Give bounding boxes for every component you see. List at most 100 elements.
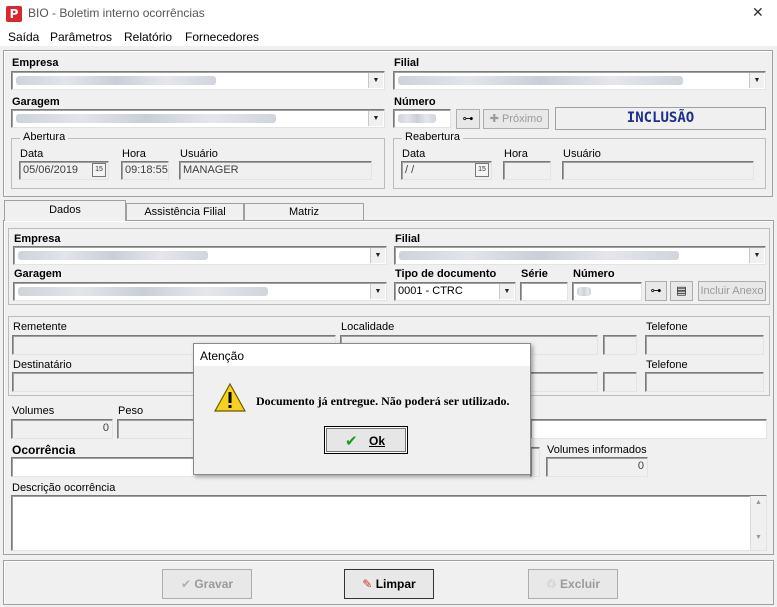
ocorrencia-extra <box>530 447 540 477</box>
ocorrencia-input[interactable] <box>11 457 196 477</box>
remetente-label: Remetente <box>13 321 67 333</box>
localidade-label: Localidade <box>341 321 395 333</box>
telefone2-label: Telefone <box>646 359 688 371</box>
app-icon: P <box>6 6 22 22</box>
uf-input <box>603 335 637 355</box>
attach-button[interactable]: ▤ <box>670 281 693 301</box>
ocorrencia-label: Ocorrência <box>12 443 76 457</box>
abertura-hora-label: Hora <box>122 148 146 160</box>
dados-numero-input[interactable] <box>572 282 642 301</box>
volumes-informados-label: Volumes informados <box>547 444 647 456</box>
chevron-down-icon[interactable]: ▼ <box>368 73 383 88</box>
close-icon[interactable]: ✕ <box>752 4 764 21</box>
tipo-documento-combo[interactable]: 0001 - CTRC ▼ <box>394 282 516 301</box>
gravar-button[interactable]: ✔ Gravar <box>162 569 252 599</box>
empresa-combo[interactable]: ▼ <box>11 71 385 90</box>
menu-bar <box>0 28 777 46</box>
alert-dialog: Atenção Documento já entregue. Não poder… <box>193 343 531 475</box>
reabertura-usuario-input <box>562 161 754 180</box>
window-title: BIO - Boletim interno ocorrências <box>28 6 205 20</box>
dialog-title-bar <box>194 344 530 366</box>
chevron-up-icon[interactable]: ▲ <box>751 499 766 506</box>
volumes-input: 0 <box>11 419 113 439</box>
garagem-combo[interactable]: ▼ <box>11 109 385 128</box>
menu-saida[interactable]: Saída <box>8 30 39 44</box>
menu-parametros[interactable]: Parâmetros <box>50 30 112 44</box>
binoculars-icon: ⊶ <box>650 285 662 297</box>
serie-input[interactable] <box>520 282 568 301</box>
telefone-input <box>645 335 764 355</box>
reabertura-title: Reabertura <box>402 131 464 143</box>
volumes-label: Volumes <box>12 405 55 417</box>
abertura-data-label: Data <box>20 148 44 160</box>
destinatario-label: Destinatário <box>13 359 72 371</box>
reabertura-data-label: Data <box>402 148 426 160</box>
dados-garagem-combo[interactable]: ▼ <box>13 282 387 301</box>
empresa-label: Empresa <box>12 57 59 69</box>
search-button[interactable]: ⊶ <box>456 109 480 129</box>
chevron-down-icon[interactable]: ▼ <box>370 248 385 263</box>
binoculars-icon: ⊶ <box>462 113 474 125</box>
numero-label: Número <box>394 96 436 108</box>
dados-garagem-label: Garagem <box>14 268 62 280</box>
volumes-informados-input: 0 <box>546 457 648 477</box>
tab-assistencia-filial[interactable]: Assistência Filial <box>126 203 244 221</box>
calendar-icon[interactable]: 15 <box>475 163 489 177</box>
menu-fornecedores[interactable]: Fornecedores <box>185 30 259 44</box>
observacao-input[interactable] <box>530 419 767 439</box>
reabertura-hora-label: Hora <box>504 148 528 160</box>
chevron-down-icon[interactable]: ▼ <box>751 534 766 541</box>
chevron-down-icon[interactable]: ▼ <box>749 73 764 88</box>
dados-filial-combo[interactable]: ▼ <box>394 246 766 265</box>
check-icon: ✔ <box>345 433 358 450</box>
telefone-label: Telefone <box>646 321 688 333</box>
dialog-title: Atenção <box>200 349 245 363</box>
tipo-documento-label: Tipo de documento <box>395 268 497 280</box>
search-button[interactable]: ⊶ <box>645 281 667 301</box>
chevron-down-icon[interactable]: ▼ <box>370 284 385 299</box>
descricao-label: Descrição ocorrência <box>12 482 116 494</box>
peso-input <box>117 419 197 439</box>
numero-input[interactable] <box>393 109 451 128</box>
document-icon: ▤ <box>676 285 687 297</box>
reabertura-usuario-label: Usuário <box>563 148 601 160</box>
chevron-down-icon[interactable]: ▼ <box>368 111 383 126</box>
abertura-usuario-input: MANAGER <box>179 161 372 180</box>
reabertura-hora-input <box>503 161 551 180</box>
proximo-label: Próximo <box>501 113 543 125</box>
mode-indicator: INCLUSÃO <box>555 107 766 130</box>
warning-icon <box>213 382 247 414</box>
peso-label: Peso <box>118 405 144 417</box>
dados-filial-label: Filial <box>395 233 421 245</box>
filial-combo[interactable]: ▼ <box>393 71 766 90</box>
abertura-hora-input: 09:18:55 <box>121 161 169 180</box>
chevron-down-icon[interactable]: ▼ <box>499 284 514 299</box>
incluir-anexo-button[interactable]: Incluir Anexo <box>698 281 766 301</box>
dados-numero-label: Número <box>573 268 615 280</box>
tab-matriz[interactable]: Matriz <box>244 203 364 221</box>
serie-label: Série <box>521 268 548 280</box>
limpar-button[interactable]: ✎ Limpar <box>344 569 434 599</box>
proximo-button[interactable]: ✚ Próximo <box>483 109 549 129</box>
trash-icon: ♲ <box>545 577 557 591</box>
dialog-message: Documento já entregue. Não poderá ser ut… <box>256 394 510 408</box>
abertura-usuario-label: Usuário <box>180 148 218 160</box>
ok-button[interactable]: ✔ Ok <box>324 426 408 454</box>
calendar-icon[interactable]: 15 <box>92 163 106 177</box>
tab-dados[interactable]: Dados <box>4 200 126 221</box>
menu-relatorio[interactable]: Relatório <box>124 30 172 44</box>
dest-uf-input <box>603 372 637 392</box>
garagem-label: Garagem <box>12 96 60 108</box>
plus-icon: ✚ <box>489 113 499 125</box>
chevron-down-icon[interactable]: ▼ <box>749 248 764 263</box>
telefone2-input <box>645 372 764 392</box>
dados-empresa-combo[interactable]: ▼ <box>13 246 387 265</box>
scrollbar[interactable]: ▲ ▼ <box>750 496 766 550</box>
broom-icon: ✎ <box>362 577 373 591</box>
abertura-title: Abertura <box>20 131 69 143</box>
filial-label: Filial <box>394 57 420 69</box>
dados-empresa-label: Empresa <box>14 233 61 245</box>
descricao-textarea[interactable]: ▲ ▼ <box>11 495 767 551</box>
check-icon: ✔ <box>180 577 191 591</box>
excluir-button[interactable]: ♲ Excluir <box>528 569 618 599</box>
